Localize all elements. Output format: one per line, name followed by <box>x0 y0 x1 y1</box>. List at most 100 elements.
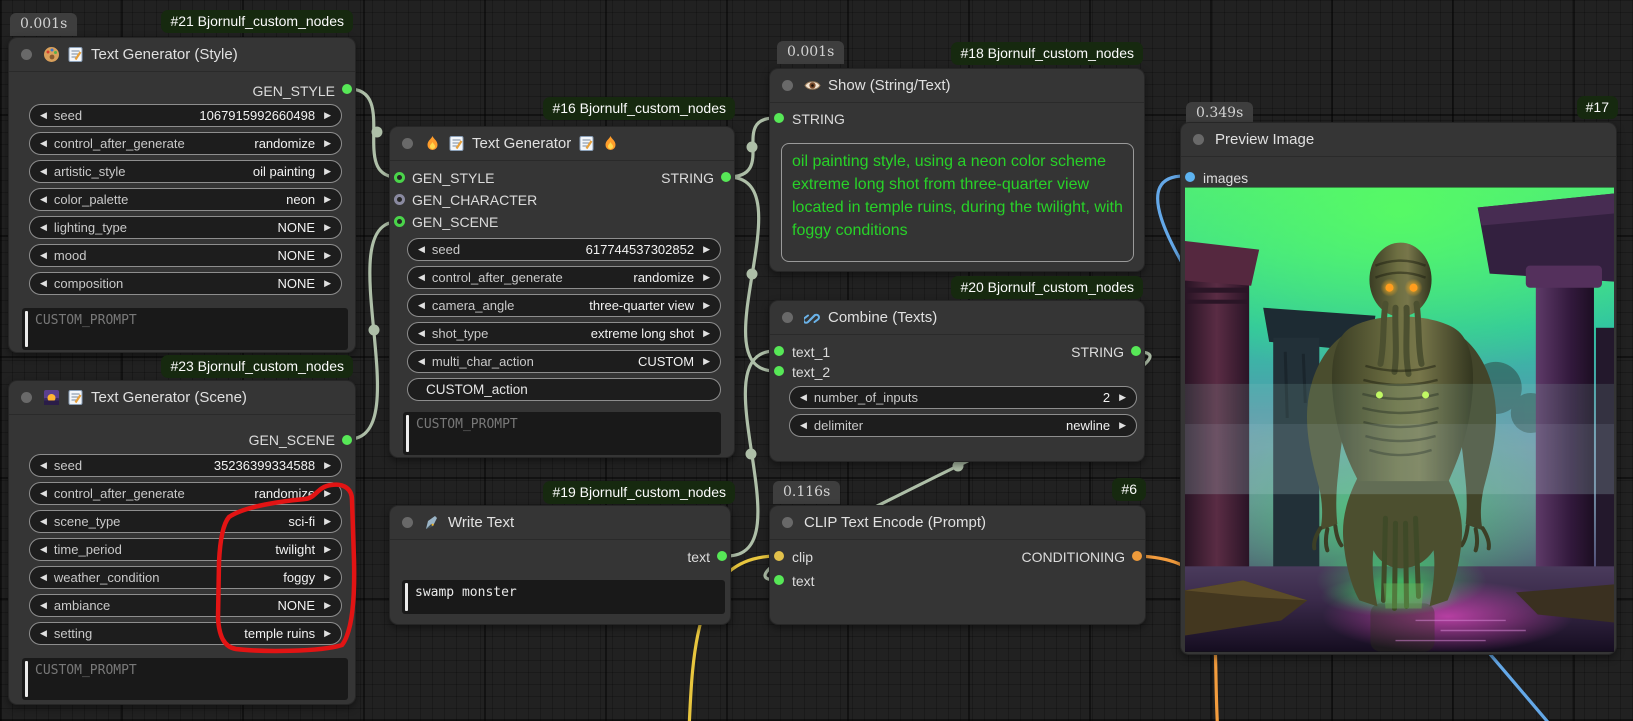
widget-number-of-inputs[interactable]: ◀number_of_inputs2▶ <box>789 386 1137 409</box>
node-graph-canvas[interactable]: 0.001s #21 Bjornulf_custom_nodes #23 Bjo… <box>0 0 1633 721</box>
output-slot-dot[interactable] <box>721 172 731 182</box>
node-text-generator[interactable]: Text Generator GEN_STYLE GEN_CHARACTER G… <box>389 126 735 458</box>
increment-arrow[interactable]: ▶ <box>703 328 710 339</box>
decrement-arrow[interactable]: ◀ <box>40 628 47 639</box>
widget-seed[interactable]: ◀seed617744537302852▶ <box>407 238 721 261</box>
widget-scene-type[interactable]: ◀scene_typesci-fi▶ <box>29 510 342 533</box>
increment-arrow[interactable]: ▶ <box>324 628 331 639</box>
node-write-text[interactable]: Write Text text swamp monster <box>389 505 731 625</box>
custom-prompt-textarea[interactable]: CUSTOM_PROMPT <box>403 412 721 455</box>
decrement-arrow[interactable]: ◀ <box>40 138 47 149</box>
input-slot-dot[interactable] <box>774 575 784 585</box>
widget-time-period[interactable]: ◀time_periodtwilight▶ <box>29 538 342 561</box>
decrement-arrow[interactable]: ◀ <box>418 328 425 339</box>
decrement-arrow[interactable]: ◀ <box>418 356 425 367</box>
increment-arrow[interactable]: ▶ <box>703 356 710 367</box>
increment-arrow[interactable]: ▶ <box>324 600 331 611</box>
node-text-generator-scene[interactable]: Text Generator (Scene) GEN_SCENE ◀seed35… <box>8 380 356 705</box>
widget-delimiter[interactable]: ◀delimiternewline▶ <box>789 414 1137 437</box>
decrement-arrow[interactable]: ◀ <box>40 194 47 205</box>
widget-control-after-generate[interactable]: ◀control_after_generaterandomize▶ <box>29 132 342 155</box>
decrement-arrow[interactable]: ◀ <box>40 460 47 471</box>
increment-arrow[interactable]: ▶ <box>324 222 331 233</box>
widget-seed[interactable]: ◀seed35236399334588▶ <box>29 454 342 477</box>
increment-arrow[interactable]: ▶ <box>324 194 331 205</box>
decrement-arrow[interactable]: ◀ <box>40 110 47 121</box>
increment-arrow[interactable]: ▶ <box>703 300 710 311</box>
widget-artistic-style[interactable]: ◀artistic_styleoil painting▶ <box>29 160 342 183</box>
collapse-dot[interactable] <box>402 138 413 149</box>
decrement-arrow[interactable]: ◀ <box>800 392 807 403</box>
string-display-box[interactable]: oil painting style, using a neon color s… <box>781 143 1134 262</box>
node-clip-text-encode[interactable]: CLIP Text Encode (Prompt) clip text COND… <box>769 505 1146 625</box>
collapse-dot[interactable] <box>21 49 32 60</box>
widget-weather-condition[interactable]: ◀weather_conditionfoggy▶ <box>29 566 342 589</box>
input-slot-dot[interactable] <box>774 551 784 561</box>
node-preview-image[interactable]: Preview Image images <box>1180 122 1617 655</box>
collapse-dot[interactable] <box>782 80 793 91</box>
widget-control-after-generate[interactable]: ◀control_after_generaterandomize▶ <box>407 266 721 289</box>
increment-arrow[interactable]: ▶ <box>324 488 331 499</box>
output-slot-dot[interactable] <box>1131 346 1141 356</box>
custom-prompt-textarea[interactable]: CUSTOM_PROMPT <box>22 308 348 350</box>
output-slot-dot[interactable] <box>717 551 727 561</box>
decrement-arrow[interactable]: ◀ <box>418 272 425 283</box>
input-slot-dot[interactable] <box>394 194 405 205</box>
decrement-arrow[interactable]: ◀ <box>800 420 807 431</box>
input-slot-dot[interactable] <box>394 172 405 183</box>
widget-shot-type[interactable]: ◀shot_typeextreme long shot▶ <box>407 322 721 345</box>
widget-seed[interactable]: ◀seed1067915992660498▶ <box>29 104 342 127</box>
collapse-dot[interactable] <box>782 517 793 528</box>
decrement-arrow[interactable]: ◀ <box>418 300 425 311</box>
increment-arrow[interactable]: ▶ <box>324 138 331 149</box>
output-slot-dot[interactable] <box>342 84 352 94</box>
custom-prompt-textarea[interactable]: CUSTOM_PROMPT <box>22 658 348 700</box>
input-slot-dot[interactable] <box>774 366 784 376</box>
collapse-dot[interactable] <box>21 392 32 403</box>
increment-arrow[interactable]: ▶ <box>324 460 331 471</box>
decrement-arrow[interactable]: ◀ <box>40 166 47 177</box>
input-slot-dot[interactable] <box>774 346 784 356</box>
widget-color-palette[interactable]: ◀color_paletteneon▶ <box>29 188 342 211</box>
text-textarea[interactable]: swamp monster <box>402 580 725 614</box>
decrement-arrow[interactable]: ◀ <box>40 488 47 499</box>
decrement-arrow[interactable]: ◀ <box>40 572 47 583</box>
widget-control-after-generate[interactable]: ◀control_after_generaterandomize▶ <box>29 482 342 505</box>
decrement-arrow[interactable]: ◀ <box>40 278 47 289</box>
widget-composition[interactable]: ◀compositionNONE▶ <box>29 272 342 295</box>
input-slot-dot[interactable] <box>394 216 405 227</box>
decrement-arrow[interactable]: ◀ <box>40 544 47 555</box>
increment-arrow[interactable]: ▶ <box>324 110 331 121</box>
increment-arrow[interactable]: ▶ <box>324 516 331 527</box>
node-show-string-text[interactable]: Show (String/Text) STRING oil painting s… <box>769 68 1145 272</box>
decrement-arrow[interactable]: ◀ <box>40 516 47 527</box>
decrement-arrow[interactable]: ◀ <box>418 244 425 255</box>
increment-arrow[interactable]: ▶ <box>324 572 331 583</box>
increment-arrow[interactable]: ▶ <box>1119 420 1126 431</box>
node-text-generator-style[interactable]: Text Generator (Style) GEN_STYLE ◀seed10… <box>8 37 356 353</box>
collapse-dot[interactable] <box>402 517 413 528</box>
collapse-dot[interactable] <box>782 312 793 323</box>
increment-arrow[interactable]: ▶ <box>324 278 331 289</box>
collapse-dot[interactable] <box>1193 134 1204 145</box>
output-slot-dot[interactable] <box>1132 551 1142 561</box>
decrement-arrow[interactable]: ◀ <box>40 222 47 233</box>
decrement-arrow[interactable]: ◀ <box>40 600 47 611</box>
widget-camera-angle[interactable]: ◀camera_anglethree-quarter view▶ <box>407 294 721 317</box>
widget-lighting-type[interactable]: ◀lighting_typeNONE▶ <box>29 216 342 239</box>
node-combine-texts[interactable]: Combine (Texts) text_1 text_2 STRING ◀nu… <box>769 300 1145 462</box>
increment-arrow[interactable]: ▶ <box>703 272 710 283</box>
widget-mood[interactable]: ◀moodNONE▶ <box>29 244 342 267</box>
input-slot-dot[interactable] <box>1185 172 1195 182</box>
increment-arrow[interactable]: ▶ <box>1119 392 1126 403</box>
custom-action-button[interactable]: CUSTOM_action <box>407 378 721 401</box>
increment-arrow[interactable]: ▶ <box>703 244 710 255</box>
widget-multi-char-action[interactable]: ◀multi_char_actionCUSTOM▶ <box>407 350 721 373</box>
input-slot-dot[interactable] <box>774 113 784 123</box>
widget-setting[interactable]: ◀settingtemple ruins▶ <box>29 622 342 645</box>
output-slot-dot[interactable] <box>342 435 352 445</box>
increment-arrow[interactable]: ▶ <box>324 250 331 261</box>
increment-arrow[interactable]: ▶ <box>324 544 331 555</box>
widget-ambiance[interactable]: ◀ambianceNONE▶ <box>29 594 342 617</box>
decrement-arrow[interactable]: ◀ <box>40 250 47 261</box>
